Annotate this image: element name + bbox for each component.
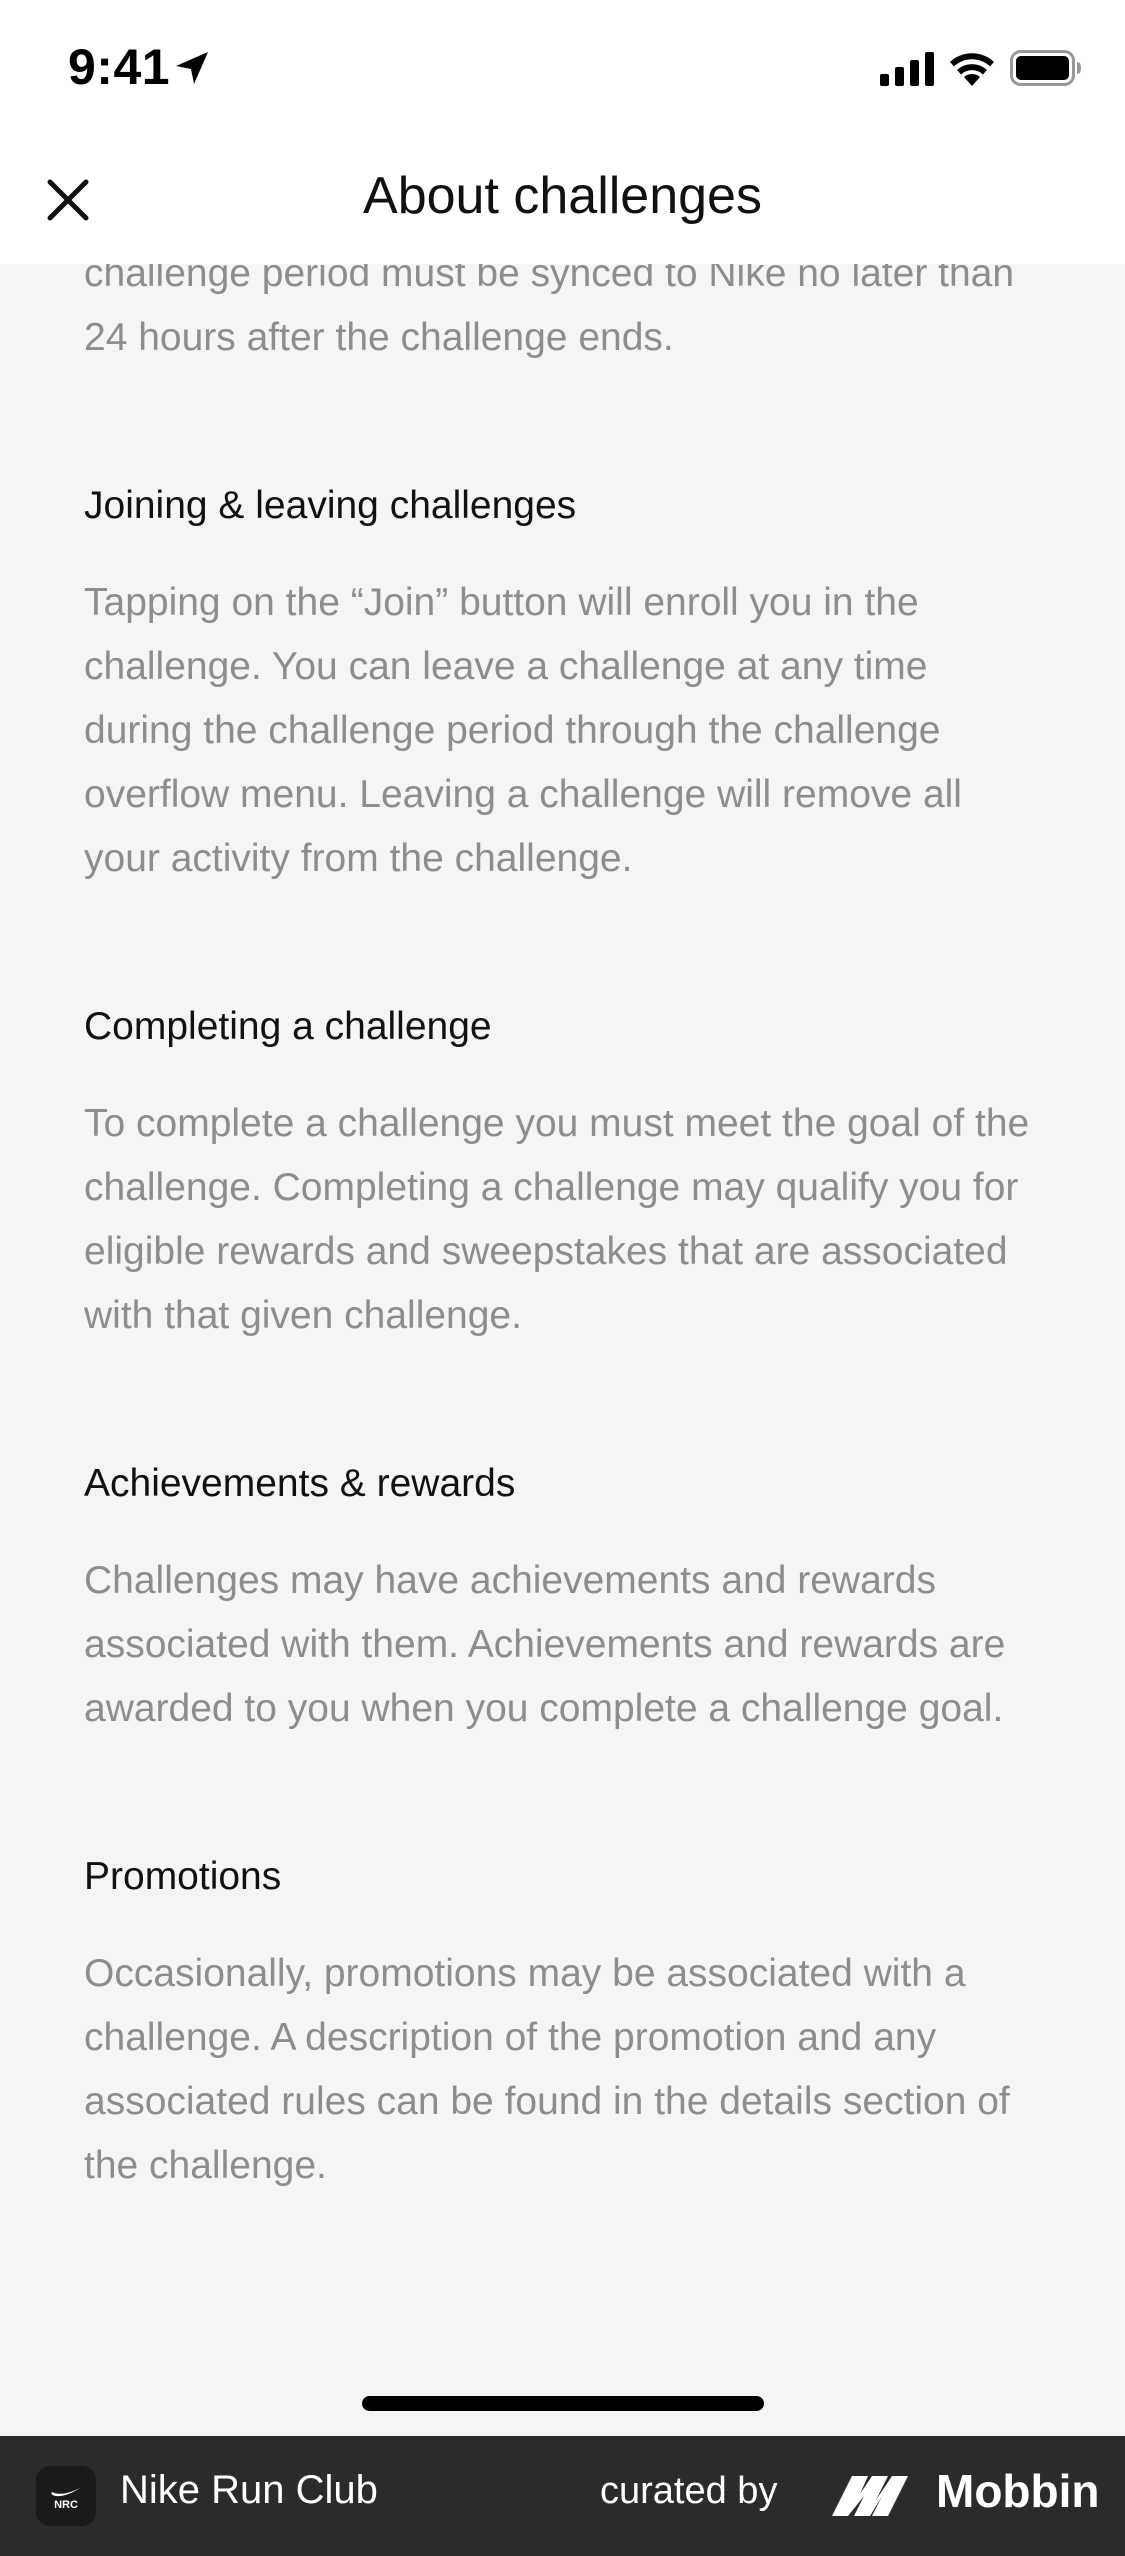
section-body: To complete a challenge you must meet th…: [84, 1102, 1030, 1337]
section-body: Occasionally, promotions may be associat…: [84, 1952, 1010, 2187]
section-completing: Completing a challenge To complete a cha…: [84, 995, 1044, 1348]
section-body: Challenges may have achievements and rew…: [84, 1559, 1006, 1730]
section-body: Tapping on the “Join” button will enroll…: [84, 581, 962, 880]
status-bar: 9:41: [0, 0, 1125, 140]
content-body: challenge period must be synced to Nike …: [84, 264, 1044, 2198]
nav-bar: About challenges: [0, 140, 1125, 264]
attribution-footer: NRC Nike Run Club curated by Mobbin: [0, 2436, 1125, 2556]
location-arrow-icon: [176, 52, 208, 84]
battery-icon: [1010, 50, 1081, 86]
intro-paragraph: challenge period must be synced to Nike …: [84, 264, 1015, 359]
page-title: About challenges: [363, 167, 762, 225]
svg-text:NRC: NRC: [54, 2499, 78, 2511]
mobbin-brand: Mobbin: [936, 2465, 1100, 2517]
section-heading: Achievements & rewards: [84, 1462, 516, 1505]
nike-run-club-app-icon: NRC: [36, 2466, 96, 2526]
section-achievements-rewards: Achievements & rewards Challenges may ha…: [84, 1452, 1044, 1741]
mobbin-logo-icon: [832, 2476, 908, 2516]
cellular-signal-icon: [880, 52, 934, 86]
section-heading: Promotions: [84, 1855, 282, 1898]
section-heading: Completing a challenge: [84, 1005, 492, 1048]
home-indicator[interactable]: [362, 2396, 764, 2411]
section-heading: Joining & leaving challenges: [84, 484, 577, 527]
wifi-icon: [950, 53, 994, 86]
section-promotions: Promotions Occasionally, promotions may …: [84, 1845, 1044, 2198]
curated-by-label: curated by: [600, 2470, 778, 2512]
app-name: Nike Run Club: [120, 2468, 378, 2512]
section-joining-leaving: Joining & leaving challenges Tapping on …: [84, 474, 1044, 891]
status-time: 9:41: [68, 39, 171, 95]
content-scroll[interactable]: challenge period must be synced to Nike …: [0, 264, 1125, 2436]
